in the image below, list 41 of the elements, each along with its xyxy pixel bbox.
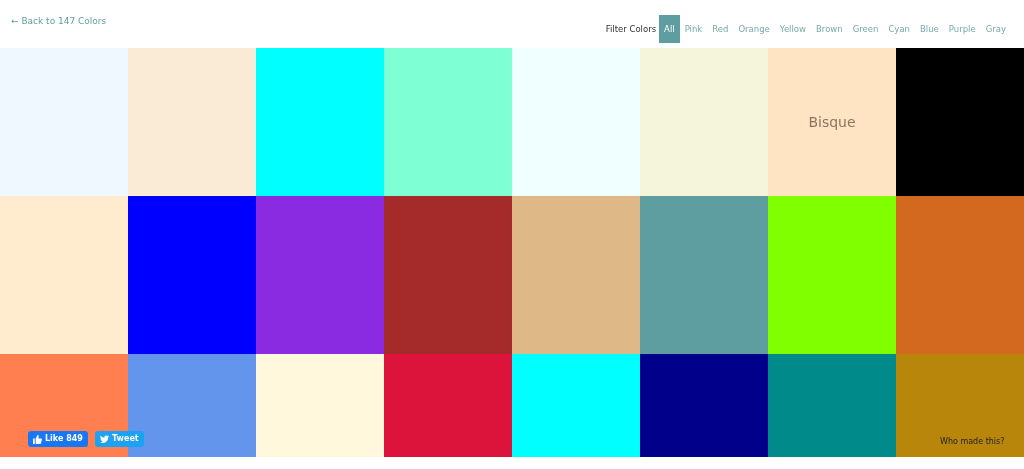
color-swatch[interactable]	[0, 48, 128, 196]
thumbs-up-icon	[33, 434, 42, 444]
filter-tab[interactable]: Blue	[915, 15, 944, 43]
color-swatch[interactable]	[384, 48, 512, 196]
filter-tab[interactable]: Cyan	[883, 15, 915, 43]
color-swatch[interactable]	[768, 196, 896, 354]
color-swatch[interactable]	[512, 196, 640, 354]
color-swatch[interactable]	[512, 354, 640, 457]
color-swatch[interactable]	[896, 48, 1024, 196]
filter-tab[interactable]: Purple	[943, 15, 981, 43]
color-swatch[interactable]	[896, 196, 1024, 354]
filter-tab[interactable]: Green	[847, 15, 884, 43]
color-swatch[interactable]	[256, 354, 384, 457]
color-swatch[interactable]	[128, 48, 256, 196]
color-swatch[interactable]	[128, 196, 256, 354]
back-link[interactable]: ← Back to 147 Colors	[11, 15, 107, 29]
color-swatch[interactable]: Bisque	[768, 48, 896, 196]
color-swatch[interactable]	[256, 48, 384, 196]
color-swatch[interactable]	[640, 354, 768, 457]
bird-icon	[100, 435, 109, 443]
color-swatch[interactable]	[640, 196, 768, 354]
filter-tab[interactable]: Gray	[980, 15, 1011, 43]
color-swatch[interactable]	[256, 196, 384, 354]
like-button[interactable]: Like 849	[28, 431, 88, 447]
color-swatch[interactable]	[0, 196, 128, 354]
filter-tab[interactable]: Red	[707, 15, 734, 43]
color-swatch[interactable]	[896, 354, 1024, 457]
filter-tab[interactable]: Yellow	[774, 15, 811, 43]
filter-tab[interactable]: Orange	[733, 15, 775, 43]
filter-tab[interactable]: Brown	[811, 15, 848, 43]
filter-tab[interactable]: All	[659, 15, 680, 43]
color-swatch[interactable]	[512, 48, 640, 196]
color-swatch[interactable]	[384, 196, 512, 354]
color-swatch[interactable]	[768, 354, 896, 457]
filter-label: Filter Colors	[605, 22, 657, 36]
credit-link[interactable]: Who made this?	[940, 436, 1005, 448]
color-swatch[interactable]	[384, 354, 512, 457]
color-name: Bisque	[808, 112, 856, 132]
color-swatch[interactable]	[640, 48, 768, 196]
tweet-button[interactable]: Tweet	[95, 431, 144, 447]
filter-tab[interactable]: Pink	[679, 15, 708, 43]
